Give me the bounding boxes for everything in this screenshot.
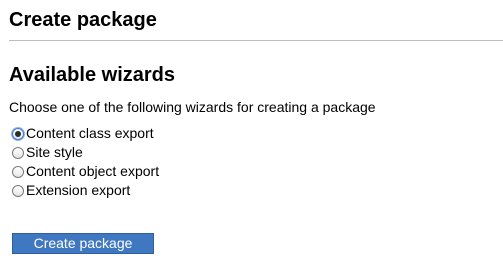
wizard-option-content-class-export[interactable]: Content class export bbox=[12, 124, 159, 143]
wizard-option-extension-export[interactable]: Extension export bbox=[12, 181, 159, 200]
wizard-option-label: Site style bbox=[26, 144, 83, 160]
wizard-option-content-object-export[interactable]: Content object export bbox=[12, 162, 159, 181]
radio-button[interactable] bbox=[12, 165, 24, 178]
wizard-option-label: Extension export bbox=[26, 182, 131, 198]
wizard-option-list: Content class export Site style Content … bbox=[12, 124, 159, 200]
wizard-option-site-style[interactable]: Site style bbox=[12, 143, 159, 162]
radio-button[interactable] bbox=[12, 184, 24, 197]
page-title: Create package bbox=[9, 9, 157, 31]
wizard-option-label: Content class export bbox=[26, 125, 154, 141]
radio-button[interactable] bbox=[12, 146, 24, 159]
create-package-button[interactable]: Create package bbox=[12, 233, 154, 254]
section-title: Available wizards bbox=[9, 64, 175, 86]
wizard-description: Choose one of the following wizards for … bbox=[9, 99, 376, 115]
wizard-option-label: Content object export bbox=[26, 163, 160, 179]
radio-button-selected[interactable] bbox=[12, 127, 24, 140]
title-divider bbox=[9, 40, 503, 41]
